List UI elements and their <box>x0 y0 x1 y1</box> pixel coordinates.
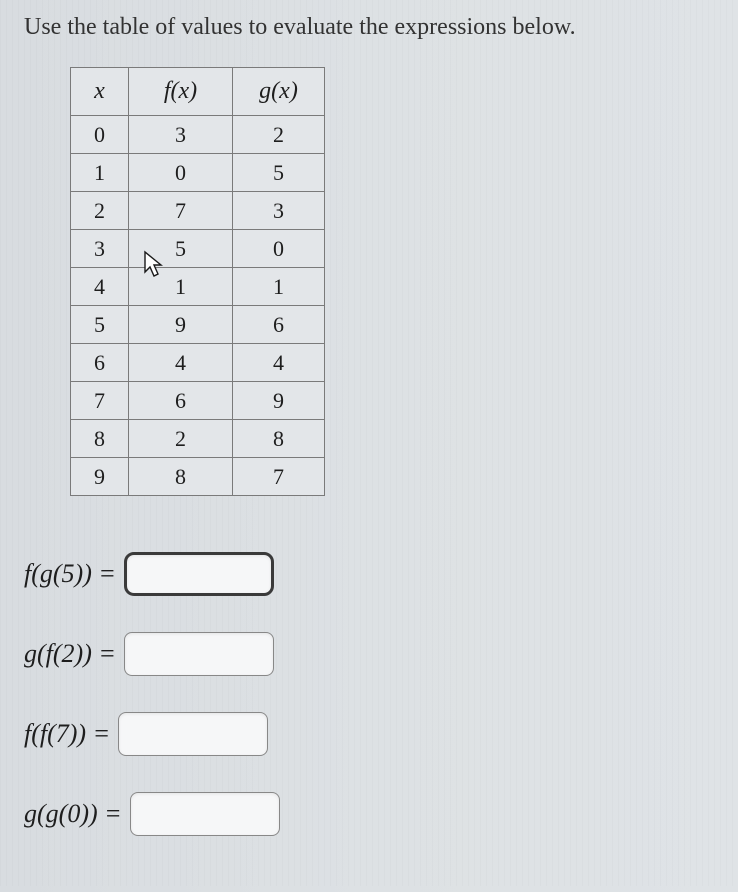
cell-fx: 9 <box>129 306 233 344</box>
header-fx: f(x) <box>129 68 233 116</box>
expression-row: g(g(0)) = <box>24 792 720 836</box>
cell-x: 2 <box>71 192 129 230</box>
cell-fx: 0 <box>129 154 233 192</box>
cell-x: 0 <box>71 116 129 154</box>
answer-input[interactable] <box>130 792 280 836</box>
cell-gx: 9 <box>233 382 325 420</box>
cell-x: 8 <box>71 420 129 458</box>
function-table: x f(x) g(x) 0321052733504115966447698289… <box>70 67 325 496</box>
header-x: x <box>71 68 129 116</box>
expression-label: g(g(0)) = <box>24 799 122 829</box>
table-row: 987 <box>71 458 325 496</box>
expression-row: g(f(2)) = <box>24 632 720 676</box>
expression-row: f(f(7)) = <box>24 712 720 756</box>
table-row: 105 <box>71 154 325 192</box>
cell-gx: 3 <box>233 192 325 230</box>
expression-label: g(f(2)) = <box>24 639 116 669</box>
cell-fx: 8 <box>129 458 233 496</box>
cell-gx: 1 <box>233 268 325 306</box>
instruction-text: Use the table of values to evaluate the … <box>24 14 720 41</box>
answer-input[interactable] <box>124 552 274 596</box>
cell-fx: 7 <box>129 192 233 230</box>
table-row: 273 <box>71 192 325 230</box>
expression-label: f(g(5)) = <box>24 559 116 589</box>
answer-input[interactable] <box>118 712 268 756</box>
cell-fx: 4 <box>129 344 233 382</box>
cell-gx: 7 <box>233 458 325 496</box>
cell-fx: 3 <box>129 116 233 154</box>
table-row: 769 <box>71 382 325 420</box>
cell-gx: 8 <box>233 420 325 458</box>
table-row: 411 <box>71 268 325 306</box>
table-row: 596 <box>71 306 325 344</box>
cell-gx: 6 <box>233 306 325 344</box>
answer-input[interactable] <box>124 632 274 676</box>
cell-x: 9 <box>71 458 129 496</box>
table-row: 828 <box>71 420 325 458</box>
cell-fx: 2 <box>129 420 233 458</box>
function-table-container: x f(x) g(x) 0321052733504115966447698289… <box>70 67 325 496</box>
cell-gx: 4 <box>233 344 325 382</box>
cell-x: 5 <box>71 306 129 344</box>
table-row: 032 <box>71 116 325 154</box>
expression-row: f(g(5)) = <box>24 552 720 596</box>
header-gx: g(x) <box>233 68 325 116</box>
cell-x: 4 <box>71 268 129 306</box>
table-row: 644 <box>71 344 325 382</box>
cell-x: 1 <box>71 154 129 192</box>
cell-gx: 2 <box>233 116 325 154</box>
table-header-row: x f(x) g(x) <box>71 68 325 116</box>
cell-gx: 5 <box>233 154 325 192</box>
cell-x: 6 <box>71 344 129 382</box>
expression-label: f(f(7)) = <box>24 719 110 749</box>
cell-x: 7 <box>71 382 129 420</box>
arrow-cursor-icon <box>142 250 166 280</box>
cell-x: 3 <box>71 230 129 268</box>
cell-fx: 6 <box>129 382 233 420</box>
cell-gx: 0 <box>233 230 325 268</box>
table-row: 350 <box>71 230 325 268</box>
expression-list: f(g(5)) = g(f(2)) = f(f(7)) = g(g(0)) = <box>24 552 720 836</box>
